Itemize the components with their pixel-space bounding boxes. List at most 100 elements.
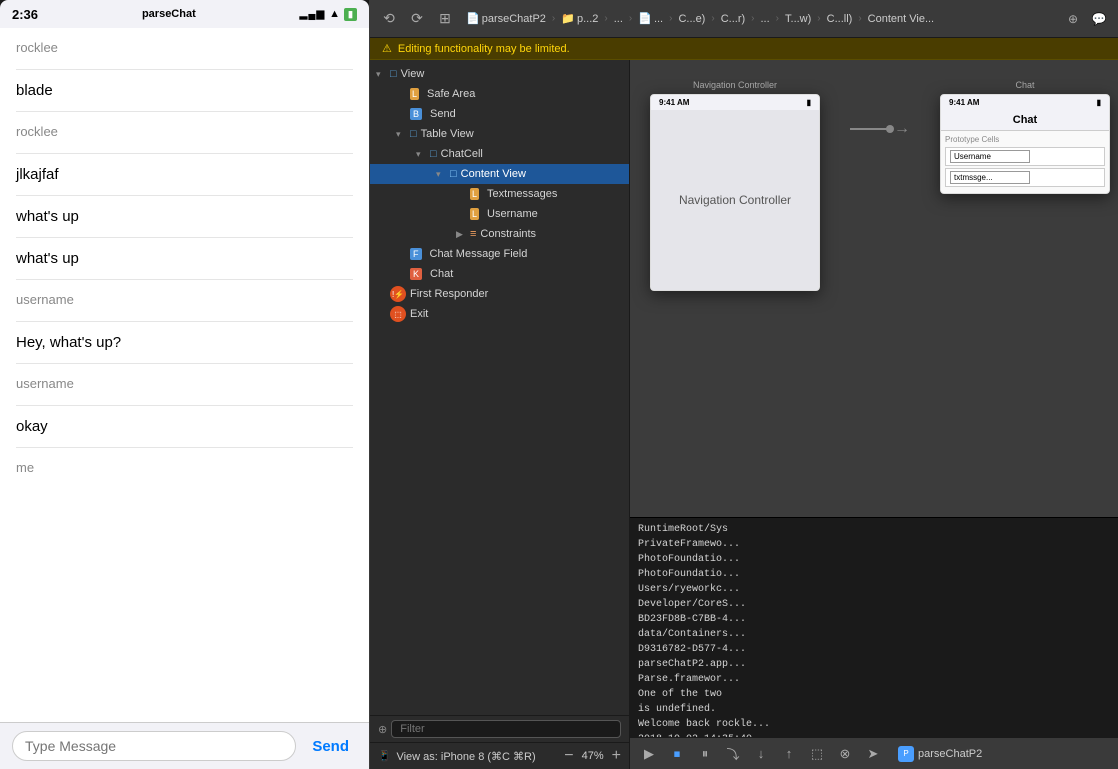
username-field-canvas[interactable] xyxy=(950,150,1030,163)
tableview-icon: □ xyxy=(410,128,417,140)
msg-5: what's up xyxy=(16,208,353,225)
grid-icon[interactable]: ⊞ xyxy=(434,8,456,30)
tree-item-chatmessagefield[interactable]: ▶ F Chat Message Field xyxy=(370,244,629,264)
tree-label-constraints: Constraints xyxy=(480,228,536,240)
debug-line-2: PrivateFramewo... xyxy=(638,537,1110,552)
chat-frame-label: Chat xyxy=(1015,80,1034,90)
expand-arrow-send: ▶ xyxy=(396,109,410,120)
breadcrumb-9[interactable]: C...ll) xyxy=(823,11,857,27)
tree-item-safearea[interactable]: ▶ L Safe Area xyxy=(370,84,629,104)
breadcrumb-sep-6: › xyxy=(751,13,754,24)
breadcrumb-root[interactable]: 📄 parseChatP2 xyxy=(462,10,550,27)
breadcrumb-5[interactable]: C...e) xyxy=(674,11,709,27)
tree-item-view[interactable]: ▾ □ View xyxy=(370,64,629,84)
expand-arrow-chatmessagefield: ▶ xyxy=(396,249,410,260)
tree-item-chatcell[interactable]: ▾ □ ChatCell xyxy=(370,144,629,164)
chat-icon: K xyxy=(410,268,422,280)
msg-6: what's up xyxy=(16,250,353,267)
chat-frame: Chat 9:41 AM ▮ Chat Prototype Cells xyxy=(940,80,1110,194)
connector-dot xyxy=(886,125,894,133)
chat-canvas: 9:41 AM ▮ Chat Prototype Cells xyxy=(940,94,1110,194)
divider-1 xyxy=(16,69,353,70)
debug-line-12: One of the two xyxy=(638,687,1110,702)
navcontroller-label: Navigation Controller xyxy=(693,80,777,90)
filter-input[interactable] xyxy=(391,720,621,738)
send-button[interactable]: Send xyxy=(304,734,357,759)
debug-icon[interactable]: ⬚ xyxy=(806,743,828,765)
debug-line-10: parseChatP2.app... xyxy=(638,657,1110,672)
breadcrumb-sep-9: › xyxy=(858,13,861,24)
wifi-icon: ▲ xyxy=(329,8,340,20)
zoom-percent: 47% xyxy=(582,750,604,762)
zoom-in-button[interactable]: + xyxy=(612,747,621,765)
expand-arrow-contentview: ▾ xyxy=(436,169,450,180)
divider-2 xyxy=(16,111,353,112)
chatcell-icon: □ xyxy=(430,148,437,160)
divider-8 xyxy=(16,363,353,364)
expand-arrow-username: ▶ xyxy=(456,209,470,220)
tree-item-send[interactable]: ▶ B Send xyxy=(370,104,629,124)
bottom-toolbar: ▶ ⏹ ⏸ ⤵ ↓ ↑ ⬚ ⊗ ➤ P parseChatP2 xyxy=(630,737,1118,769)
zoom-out-button[interactable]: − xyxy=(564,747,573,765)
navcontroller-canvas: 9:41 AM ▮ Navigation Controller xyxy=(650,94,820,291)
zoom-controls: − 47% + xyxy=(564,747,621,765)
breadcrumb-7[interactable]: ... xyxy=(757,11,774,27)
step-out-icon[interactable]: ↑ xyxy=(778,743,800,765)
expand-arrow-exit: ▶ xyxy=(376,309,390,320)
breadcrumb-2[interactable]: 📁 p...2 xyxy=(557,10,602,27)
breadcrumb-8[interactable]: T...w) xyxy=(781,11,815,27)
send-icon: B xyxy=(410,108,422,120)
chatmessagefield-icon: F xyxy=(410,248,422,260)
tree-item-constraints[interactable]: ▶ ≡ Constraints xyxy=(370,224,629,244)
tree-item-contentview[interactable]: ▾ □ Content View xyxy=(370,164,629,184)
message-block-5: what's up xyxy=(16,208,353,225)
breadcrumb-3[interactable]: ... xyxy=(610,11,627,27)
view-icon: □ xyxy=(390,68,397,80)
breadcrumb-4[interactable]: 📄 ... xyxy=(634,10,667,27)
arrow-right-icon: → xyxy=(894,120,910,138)
breadcrumb-sep-1: › xyxy=(552,13,555,24)
breadcrumb-item-1: parseChatP2 xyxy=(482,13,546,25)
message-field-canvas[interactable] xyxy=(950,171,1030,184)
chat-canvas-header: Chat xyxy=(941,110,1109,131)
message-block-4: jlkajfaf xyxy=(16,166,353,183)
debug-line-7: BD23FD8B-C7BB-4... xyxy=(638,612,1110,627)
add-icon[interactable]: ⊕ xyxy=(1062,8,1084,30)
step-into-icon[interactable]: ↓ xyxy=(750,743,772,765)
breadcrumb-6[interactable]: C...r) xyxy=(717,11,749,27)
tree-item-textmessages[interactable]: ▶ L Textmessages xyxy=(370,184,629,204)
stop-icon[interactable]: ⏹ xyxy=(666,743,688,765)
simulate-icon[interactable]: ➤ xyxy=(862,743,884,765)
debug-line-9: D9316782-D577-4... xyxy=(638,642,1110,657)
breakpoints-icon[interactable]: ⊗ xyxy=(834,743,856,765)
tree-item-chat[interactable]: ▶ K Chat xyxy=(370,264,629,284)
step-over-icon[interactable]: ⤵ xyxy=(722,743,744,765)
tree-label-exit: Exit xyxy=(410,308,428,320)
outline-panel: ▾ □ View ▶ L Safe Area ▶ B Send xyxy=(370,60,630,769)
message-block-3: rocklee xyxy=(16,124,353,141)
app-name-label: parseChatP2 xyxy=(918,748,982,760)
app-icon: P xyxy=(898,746,914,762)
debug-line-3: PhotoFoundatio... xyxy=(638,552,1110,567)
msg-2: blade xyxy=(16,82,353,99)
tree-label-textmessages: Textmessages xyxy=(487,188,557,200)
divider-6 xyxy=(16,279,353,280)
forward-icon[interactable]: ⟳ xyxy=(406,8,428,30)
breadcrumb-10[interactable]: Content Vie... xyxy=(864,11,938,27)
message-input[interactable] xyxy=(12,731,296,761)
view-label: View as: iPhone 8 (⌘C ⌘R) xyxy=(396,750,535,763)
tree-item-tableview[interactable]: ▾ □ Table View xyxy=(370,124,629,144)
canvas-area: Navigation Controller 9:41 AM ▮ Navigati… xyxy=(630,60,1118,517)
tree-item-firstresponder[interactable]: ▶ !⚡ First Responder xyxy=(370,284,629,304)
back-icon[interactable]: ⟲ xyxy=(378,8,400,30)
pause-icon[interactable]: ⏸ xyxy=(694,743,716,765)
sender-3: rocklee xyxy=(16,124,353,139)
comment-icon[interactable]: 💬 xyxy=(1088,8,1110,30)
connector-line xyxy=(850,128,890,130)
debug-line-5: Users/ryeworkc... xyxy=(638,582,1110,597)
play-icon[interactable]: ▶ xyxy=(638,743,660,765)
tree-item-exit[interactable]: ▶ ⬚ Exit xyxy=(370,304,629,324)
sender-1: rocklee xyxy=(16,40,353,55)
tree-item-username[interactable]: ▶ L Username xyxy=(370,204,629,224)
tree-label-tableview: Table View xyxy=(421,128,474,140)
